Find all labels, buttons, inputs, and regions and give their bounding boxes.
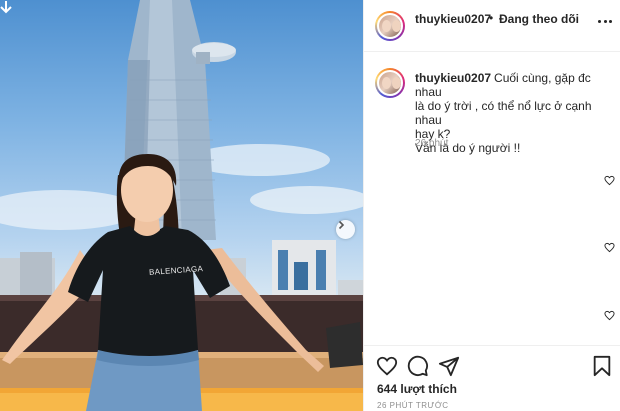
more-options-icon[interactable] — [598, 20, 612, 24]
comment-icon[interactable] — [407, 355, 429, 377]
caption-line-2: là do ý trời , có thể nổ lực ở cạnh nhau — [415, 99, 592, 127]
caption-avatar[interactable] — [375, 68, 405, 98]
comment-like-heart-icon[interactable] — [604, 240, 615, 253]
like-count[interactable]: 644 lượt thích — [377, 382, 457, 396]
next-photo-button[interactable] — [336, 220, 355, 239]
header-username[interactable]: thuykieu0207 — [415, 12, 491, 26]
post-photo[interactable]: BALENCIAGA — [0, 0, 363, 411]
download-icon[interactable] — [0, 0, 12, 16]
avatar[interactable] — [375, 11, 405, 41]
post-actions: 644 lượt thích 26 PHÚT TRƯỚC — [364, 345, 620, 411]
caption-time: 26 phút — [415, 138, 449, 149]
comment-like-heart-icon[interactable] — [604, 173, 615, 186]
photo-scene — [0, 0, 363, 411]
chevron-right-icon — [338, 220, 345, 230]
heart-icon[interactable] — [376, 355, 398, 377]
comment-like-heart-icon[interactable] — [604, 308, 615, 321]
post-header: thuykieu0207 • Đang theo dõi — [364, 0, 620, 52]
separator-dot: • — [489, 11, 494, 25]
follow-status-button[interactable]: Đang theo dõi — [499, 12, 579, 26]
share-icon[interactable] — [438, 355, 460, 377]
bookmark-icon[interactable] — [591, 355, 613, 377]
post-timestamp[interactable]: 26 PHÚT TRƯỚC — [377, 401, 448, 410]
post-sidebar: thuykieu0207 • Đang theo dõi thuykieu020… — [363, 0, 620, 411]
caption-username[interactable]: thuykieu0207 — [415, 71, 491, 85]
